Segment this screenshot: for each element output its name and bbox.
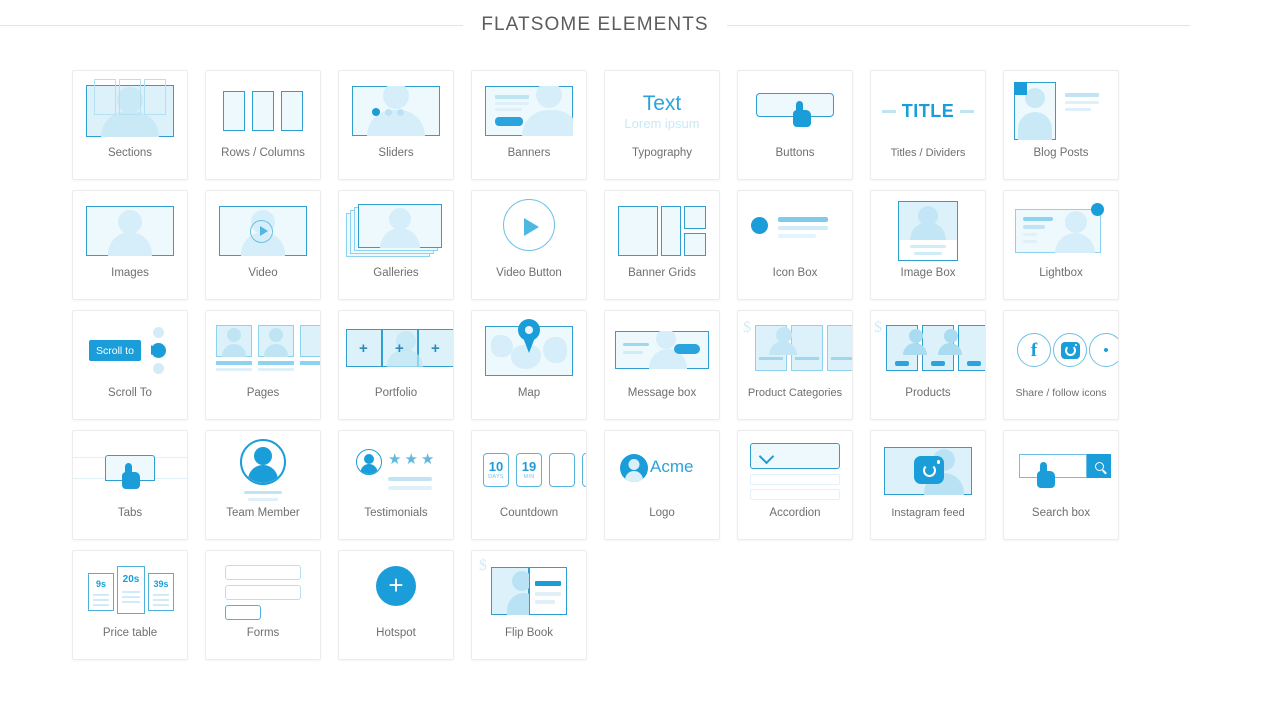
currency-symbol: $: [479, 557, 487, 574]
element-card-sliders[interactable]: Sliders: [338, 70, 454, 180]
countdown-value: 10: [488, 459, 504, 474]
gallery-stack-icon: [339, 191, 453, 271]
price-value: 39s: [153, 579, 169, 589]
divider-left: [0, 24, 464, 26]
currency-symbol: $: [743, 319, 751, 336]
video-play-icon: [206, 191, 320, 271]
form-fields-icon: [206, 551, 320, 631]
element-card-banners[interactable]: Banners: [471, 70, 587, 180]
map-pin-icon: [472, 311, 586, 391]
tabs-pointer-icon: [73, 431, 187, 511]
element-card-buttons[interactable]: Buttons: [737, 70, 853, 180]
element-card-video-button[interactable]: Video Button: [471, 190, 587, 300]
currency-symbol: $: [874, 319, 882, 336]
play-circle-icon: [472, 191, 586, 271]
element-card-search-box[interactable]: Search box: [1003, 430, 1119, 540]
price-value: 20s: [122, 574, 140, 585]
title-divider-icon: TITLE: [871, 71, 985, 151]
countdown-unit: MIN: [523, 474, 535, 480]
element-card-blog-posts[interactable]: Blog Posts: [1003, 70, 1119, 180]
products-icon: $: [871, 311, 985, 391]
social-icons-icon: f •: [1004, 311, 1118, 391]
element-card-typography[interactable]: Text Lorem ipsum Typography: [604, 70, 720, 180]
twitter-icon: •: [1089, 333, 1118, 367]
facebook-icon: f: [1017, 333, 1051, 367]
icon-box-icon: [738, 191, 852, 271]
page-header: FLATSOME ELEMENTS: [0, 14, 1191, 36]
flip-book-icon: $: [472, 551, 586, 631]
logo-brand-text: Acme: [650, 457, 694, 476]
star-rating: ★ ★ ★: [388, 451, 435, 468]
element-card-portfolio[interactable]: + + + Portfolio: [338, 310, 454, 420]
banner-grid-icon: [605, 191, 719, 271]
element-card-galleries[interactable]: Galleries: [338, 190, 454, 300]
banner-icon: [472, 71, 586, 151]
price-table-icon: 9s 20s 39s: [73, 551, 187, 631]
element-card-image-box[interactable]: Image Box: [870, 190, 986, 300]
accordion-chevron-icon: [738, 431, 852, 511]
instagram-feed-icon: [871, 431, 985, 511]
product-categories-icon: $: [738, 311, 852, 391]
plus-circle-icon: +: [339, 551, 453, 631]
portfolio-plus: +: [359, 340, 368, 357]
element-card-logo[interactable]: Acme Logo: [604, 430, 720, 540]
element-card-map[interactable]: Map: [471, 310, 587, 420]
countdown-icon: 10 DAYS 19 MIN: [472, 431, 586, 511]
text-icon: Text Lorem ipsum: [605, 71, 719, 151]
element-card-products[interactable]: $ Products: [870, 310, 986, 420]
element-card-accordion[interactable]: Accordion: [737, 430, 853, 540]
element-card-flip-book[interactable]: $ Flip Book: [471, 550, 587, 660]
instagram-icon: [1053, 333, 1087, 367]
element-card-video[interactable]: Video: [205, 190, 321, 300]
element-card-banner-grids[interactable]: Banner Grids: [604, 190, 720, 300]
pages-icon: [206, 311, 320, 391]
element-card-icon-box[interactable]: Icon Box: [737, 190, 853, 300]
slider-icon: [339, 71, 453, 151]
sections-icon: [73, 71, 187, 151]
button-pointer-icon: [738, 71, 852, 151]
hotspot-plus: +: [388, 569, 404, 600]
title-sample: TITLE: [901, 100, 955, 121]
element-card-tabs[interactable]: Tabs: [72, 430, 188, 540]
search-box-icon: [1004, 431, 1118, 511]
element-card-pages[interactable]: Pages: [205, 310, 321, 420]
price-value: 9s: [95, 579, 106, 589]
element-card-titles-dividers[interactable]: TITLE Titles / Dividers: [870, 70, 986, 180]
element-card-team-member[interactable]: Team Member: [205, 430, 321, 540]
element-card-testimonials[interactable]: ★ ★ ★ Testimonials: [338, 430, 454, 540]
page-title: FLATSOME ELEMENTS: [481, 14, 709, 35]
columns-icon: [206, 71, 320, 151]
countdown-unit: DAYS: [488, 474, 504, 480]
team-member-icon: [206, 431, 320, 511]
element-card-price-table[interactable]: 9s 20s 39s Price table: [72, 550, 188, 660]
element-card-rows-columns[interactable]: Rows / Columns: [205, 70, 321, 180]
element-card-lightbox[interactable]: Lightbox: [1003, 190, 1119, 300]
element-card-countdown[interactable]: 10 DAYS 19 MIN Countdown: [471, 430, 587, 540]
typography-sample-title: Text: [642, 91, 682, 115]
page-root: FLATSOME ELEMENTS Sections Rows / Column…: [0, 0, 1265, 718]
portfolio-icon: + + +: [339, 311, 453, 391]
element-card-forms[interactable]: Forms: [205, 550, 321, 660]
element-card-product-categories[interactable]: $ Product Categories: [737, 310, 853, 420]
element-card-images[interactable]: Images: [72, 190, 188, 300]
element-card-hotspot[interactable]: + Hotspot: [338, 550, 454, 660]
scroll-to-badge: Scroll to: [96, 344, 134, 357]
blog-post-icon: [1004, 71, 1118, 151]
typography-sample-sub: Lorem ipsum: [624, 115, 700, 131]
testimonial-stars-icon: ★ ★ ★: [339, 431, 453, 511]
image-box-icon: [871, 191, 985, 271]
element-card-message-box[interactable]: Message box: [604, 310, 720, 420]
message-box-icon: [605, 311, 719, 391]
scroll-to-icon: Scroll to: [73, 311, 187, 391]
element-card-share-follow-icons[interactable]: f • Share / follow icons: [1003, 310, 1119, 420]
logo-icon: Acme: [605, 431, 719, 511]
countdown-value: 19: [521, 459, 537, 474]
divider-right: [726, 24, 1191, 26]
element-card-instagram-feed[interactable]: Instagram feed: [870, 430, 986, 540]
image-icon: [73, 191, 187, 271]
element-card-sections[interactable]: Sections: [72, 70, 188, 180]
lightbox-icon: [1004, 191, 1118, 271]
elements-grid: Sections Rows / Columns Sliders Banners …: [72, 70, 1120, 660]
element-card-scroll-to[interactable]: Scroll to Scroll To: [72, 310, 188, 420]
